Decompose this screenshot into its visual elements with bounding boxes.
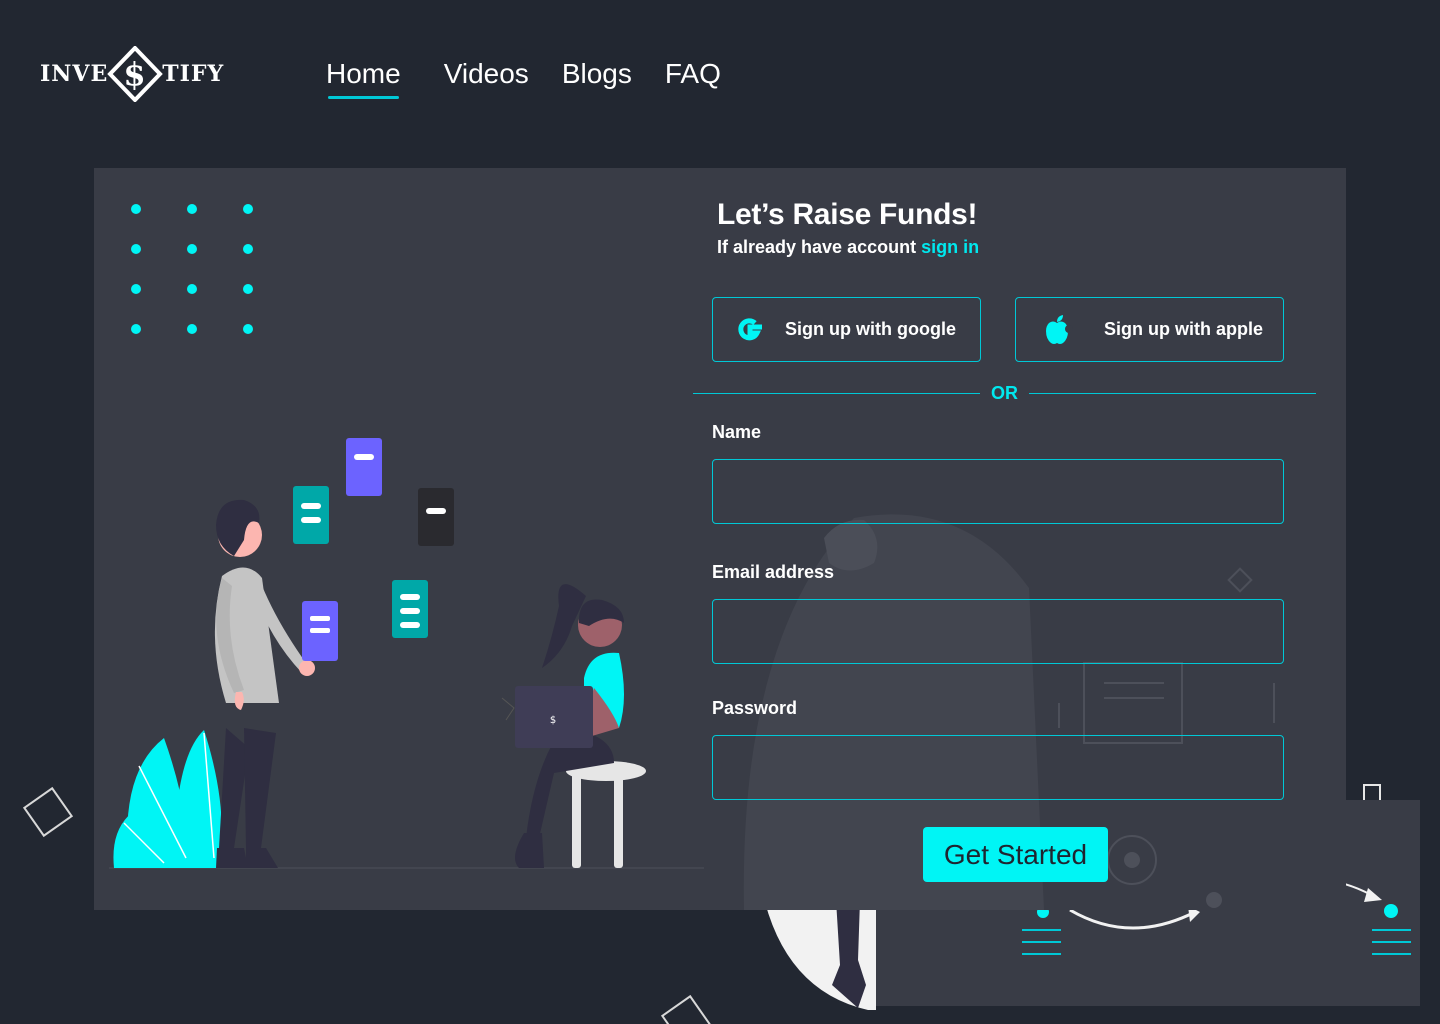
logo-text-right: TIFY [162,61,225,87]
name-label: Name [712,422,762,442]
or-divider-text: OR [991,383,1018,403]
divider-left [693,393,980,394]
svg-text:$: $ [550,715,556,726]
fundraising-illustration: $ [113,438,646,868]
standing-person [214,499,338,868]
password-label: Password [712,698,798,718]
google-icon [738,317,762,340]
logo-text-left: INVE [40,61,109,87]
email-field[interactable] [712,599,1284,664]
email-label: Email address [712,562,835,582]
brand-logo[interactable]: INVE $ TIFY [40,46,224,102]
apple-icon [1046,314,1073,344]
plant-icon [113,730,222,868]
nav-home[interactable]: Home [326,56,401,99]
nav-videos[interactable]: Videos [444,56,529,98]
get-started-button[interactable]: Get Started [923,827,1108,882]
signup-card: $ Let’s Raise Funds! If already have acc… [94,168,1346,910]
apple-signup-label: Sign up with apple [1104,319,1263,339]
signin-link[interactable]: sign in [921,237,979,257]
google-signup-label: Sign up with google [785,319,956,339]
dot-grid-decoration [131,204,253,334]
signin-prompt-text: If already have account [717,237,922,257]
svg-text:$: $ [124,55,147,93]
sitting-person: $ [501,584,646,868]
signin-prompt: If already have account sign in [717,237,979,258]
nav-faq[interactable]: FAQ [665,56,721,98]
page-title: Let’s Raise Funds! [717,198,978,231]
name-field[interactable] [712,459,1284,524]
dollar-diamond-icon: $ [107,46,164,102]
apple-signup-button[interactable]: Sign up with apple [1015,297,1284,362]
password-field[interactable] [712,735,1284,800]
main-nav: Home Videos Blogs FAQ [326,56,721,99]
google-signup-button[interactable]: Sign up with google [712,297,981,362]
nav-blogs[interactable]: Blogs [562,56,632,98]
divider-right [1029,393,1316,394]
